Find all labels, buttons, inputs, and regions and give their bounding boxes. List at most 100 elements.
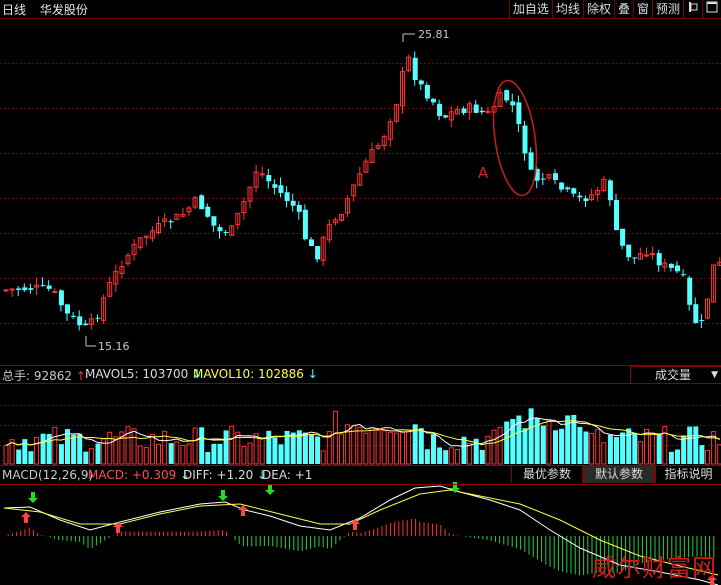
tab-default-params[interactable]: 默认参数 xyxy=(583,466,655,483)
volume-bar xyxy=(107,431,113,465)
volume-bar xyxy=(192,427,198,465)
volume-bar xyxy=(454,449,460,465)
candle-body xyxy=(418,80,424,85)
volume-bar xyxy=(186,443,192,465)
indicator-select[interactable]: 成交量 ▼ xyxy=(630,366,721,384)
sell-arrow-icon xyxy=(218,490,228,501)
volume-bar xyxy=(363,432,369,465)
candle-body xyxy=(278,185,284,193)
candle-body xyxy=(431,98,436,103)
candle-body xyxy=(614,199,619,231)
candle-body xyxy=(77,316,83,326)
volume-bar xyxy=(656,433,662,464)
volume-bar xyxy=(149,433,155,465)
candle-body xyxy=(302,209,308,240)
volume-bar xyxy=(443,450,449,464)
volume-bar xyxy=(522,428,528,464)
volume-bar xyxy=(381,430,387,465)
volume-bar xyxy=(95,443,101,464)
watermark: 威尔财富网 xyxy=(592,554,717,582)
volume-bar xyxy=(650,432,656,465)
volume-bar xyxy=(143,446,149,465)
volume-bar xyxy=(247,442,253,465)
candle-body xyxy=(583,198,589,202)
volume-bar xyxy=(699,445,705,464)
candle-body xyxy=(71,315,77,317)
volume-bar xyxy=(375,429,381,465)
volume-bar xyxy=(479,449,485,464)
candle-body xyxy=(473,104,479,113)
volume-bar xyxy=(211,443,217,464)
volume-bar xyxy=(589,432,595,465)
volume-bar xyxy=(467,442,473,465)
volume-bar xyxy=(461,436,467,464)
candle-body xyxy=(40,284,46,286)
volume-bar xyxy=(620,432,626,464)
volume-bar xyxy=(259,436,265,465)
volume-bar xyxy=(58,444,64,464)
candle-body xyxy=(22,287,28,291)
volume-bar xyxy=(180,445,186,465)
volume-bar xyxy=(393,432,399,465)
macd-header: MACD(12,26,9) MACD: +0.309 ↓ DIFF: +1.20… xyxy=(0,466,721,484)
volume-bar xyxy=(22,439,28,464)
diff-value: DIFF: +1.20 ↓ xyxy=(183,468,268,482)
candle-body xyxy=(211,216,217,226)
volume-bar xyxy=(332,410,338,465)
volume-bar xyxy=(156,443,161,465)
candle-body xyxy=(412,57,418,80)
candle-body xyxy=(315,246,321,260)
volume-bar xyxy=(553,430,558,464)
volume-bar xyxy=(88,448,94,465)
candle-body xyxy=(510,101,516,106)
candle-body xyxy=(272,184,278,188)
candle-body xyxy=(290,200,296,206)
candle-body xyxy=(437,103,443,117)
volume-bar xyxy=(217,443,223,464)
tab-indicator-help[interactable]: 指标说明 xyxy=(655,466,721,483)
annotation-ellipse xyxy=(492,79,538,197)
volume-bar xyxy=(632,433,638,464)
volume-bars xyxy=(3,408,721,465)
volume-bar xyxy=(272,437,278,464)
down-arrow-icon: ↓ xyxy=(307,367,318,381)
volume-bar xyxy=(34,436,39,465)
candle-body xyxy=(461,108,467,114)
volume-bar xyxy=(400,432,405,465)
volume-bar xyxy=(131,428,137,465)
candle-body xyxy=(296,204,302,212)
volume-bar xyxy=(626,428,632,464)
price-candles xyxy=(3,51,721,331)
volume-bar xyxy=(302,432,308,464)
volume-bar xyxy=(559,428,565,464)
candle-body xyxy=(3,289,9,292)
candle-body xyxy=(528,152,534,170)
candle-body xyxy=(644,254,649,257)
candle-body xyxy=(217,227,223,232)
chevron-down-icon: ▼ xyxy=(711,370,718,380)
candle-body xyxy=(205,206,211,217)
candle-body xyxy=(284,192,290,202)
mavol10: MAVOL10: 102886 ↓ xyxy=(193,367,318,381)
candle-body xyxy=(687,277,693,305)
candle-body xyxy=(223,232,229,234)
volume-bar xyxy=(595,428,601,465)
volume-bar xyxy=(199,427,205,464)
volume-bar xyxy=(668,451,674,464)
volume-bar xyxy=(675,449,680,464)
volume-bar xyxy=(528,408,534,464)
tab-optimal-params[interactable]: 最优参数 xyxy=(511,466,583,483)
volume-bar xyxy=(315,436,321,464)
mavol5: MAVOL5: 103700 ↓ xyxy=(85,367,203,381)
volume-bar xyxy=(137,445,143,465)
volume-bar xyxy=(71,434,77,464)
volume-bar xyxy=(320,450,326,465)
volume-bar xyxy=(583,431,589,464)
volume-bar xyxy=(40,433,46,464)
volume-bar xyxy=(168,443,174,464)
candle-body xyxy=(479,110,485,113)
candle-body xyxy=(516,102,522,125)
buy-arrow-icon xyxy=(21,512,31,523)
volume-bar xyxy=(607,434,613,464)
volume-bar xyxy=(28,451,34,464)
